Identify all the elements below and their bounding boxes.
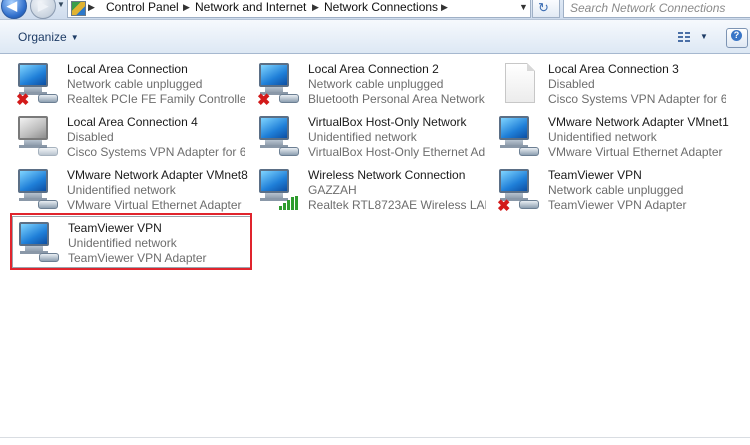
breadcrumb-separator-icon[interactable]: ▶	[88, 0, 95, 15]
connection-name: Wireless Network Connection	[308, 168, 466, 182]
breadcrumb-network-connections[interactable]: Network Connections	[324, 0, 438, 15]
help-button[interactable]: ?	[726, 28, 748, 48]
status-divider	[0, 437, 750, 438]
connection-status: Disabled	[548, 77, 595, 91]
recent-pages-dropdown-icon[interactable]: ▼	[57, 0, 65, 9]
search-box[interactable]	[563, 0, 750, 18]
address-dropdown-icon[interactable]: ▼	[519, 0, 528, 15]
connection-status: Network cable unplugged	[308, 77, 444, 91]
network-adapter-disconnected-icon: ✖	[16, 63, 58, 109]
view-options-dropdown-icon[interactable]: ▼	[700, 32, 708, 41]
help-icon: ?	[731, 30, 742, 41]
forward-button[interactable]: ▶	[30, 0, 56, 19]
connection-name: VMware Network Adapter VMnet8	[67, 168, 248, 182]
network-adapter-icon	[497, 116, 539, 158]
connection-device: Realtek PCIe FE Family Controller	[67, 92, 245, 106]
back-arrow-icon: ◀	[7, 0, 17, 13]
address-bar: ◀ ▶ ▼ ▶ Control Panel ▶ Network and Inte…	[0, 0, 750, 20]
connection-item[interactable]: VirtualBox Host-Only Network Unidentifie…	[253, 111, 491, 161]
network-adapter-disconnected-icon: ✖	[497, 169, 539, 215]
connection-status: Unidentified network	[548, 130, 657, 144]
connection-status: Network cable unplugged	[548, 183, 684, 197]
connection-device: Cisco Systems VPN Adapter for 6...	[67, 145, 245, 159]
breadcrumb-separator-icon[interactable]: ▶	[312, 0, 319, 15]
connection-item[interactable]: ✖ Local Area Connection Network cable un…	[12, 58, 250, 109]
forward-arrow-icon: ▶	[38, 0, 48, 13]
connection-status: Unidentified network	[308, 130, 417, 144]
back-button[interactable]: ◀	[1, 0, 27, 19]
connection-name: VMware Network Adapter VMnet1	[548, 115, 729, 129]
connection-item[interactable]: ✖ Local Area Connection 2 Network cable …	[253, 58, 491, 109]
connection-device: Realtek RTL8723AE Wireless LAN ...	[308, 198, 486, 212]
connection-status: GAZZAH	[308, 183, 357, 197]
connection-device: TeamViewer VPN Adapter	[548, 198, 687, 212]
connection-status: Unidentified network	[67, 183, 176, 197]
connection-name: TeamViewer VPN	[548, 168, 642, 182]
connection-status: Network cable unplugged	[67, 77, 203, 91]
connection-name: Local Area Connection 4	[67, 115, 198, 129]
organize-menu-button[interactable]: Organize ▼	[18, 30, 79, 44]
chevron-down-icon: ▼	[70, 33, 79, 42]
connection-device: VMware Virtual Ethernet Adapter ...	[548, 145, 726, 159]
connection-item[interactable]: ✖ TeamViewer VPN Network cable unplugged…	[493, 164, 731, 215]
breadcrumb[interactable]: ▶ Control Panel ▶ Network and Internet ▶…	[67, 0, 531, 18]
refresh-button[interactable]: ↻	[532, 0, 560, 18]
breadcrumb-control-panel[interactable]: Control Panel	[106, 0, 179, 15]
wireless-adapter-icon	[257, 169, 299, 211]
connection-item[interactable]: Local Area Connection 3 Disabled Cisco S…	[493, 58, 731, 108]
connection-item[interactable]: VMware Network Adapter VMnet1 Unidentifi…	[493, 111, 731, 161]
highlight-box	[10, 213, 252, 270]
breadcrumb-separator-icon[interactable]: ▶	[441, 0, 448, 15]
refresh-icon: ↻	[538, 0, 549, 15]
network-adapter-icon	[257, 116, 299, 158]
control-panel-icon	[71, 1, 86, 16]
connection-device: VirtualBox Host-Only Ethernet Ad...	[308, 145, 486, 159]
connection-item[interactable]: Wireless Network Connection GAZZAH Realt…	[253, 164, 491, 214]
blank-document-icon	[497, 63, 539, 105]
connection-name: Local Area Connection 2	[308, 62, 439, 76]
network-adapter-disconnected-icon: ✖	[257, 63, 299, 109]
connection-device: VMware Virtual Ethernet Adapter ...	[67, 198, 245, 212]
connection-device: Cisco Systems VPN Adapter for 6...	[548, 92, 726, 106]
connection-name: Local Area Connection	[67, 62, 188, 76]
connection-name: VirtualBox Host-Only Network	[308, 115, 467, 129]
organize-label: Organize	[18, 30, 67, 44]
search-input[interactable]	[564, 0, 742, 15]
command-bar: Organize ▼ ▼ ?	[0, 20, 750, 54]
breadcrumb-network-and-internet[interactable]: Network and Internet	[195, 0, 306, 15]
network-adapter-disabled-icon	[16, 116, 58, 158]
change-view-icon[interactable]	[678, 32, 690, 43]
breadcrumb-separator-icon[interactable]: ▶	[183, 0, 190, 15]
signal-strength-icon	[279, 196, 299, 210]
connection-device: Bluetooth Personal Area Network	[308, 92, 485, 106]
connection-name: Local Area Connection 3	[548, 62, 679, 76]
connection-status: Disabled	[67, 130, 114, 144]
network-adapter-icon	[16, 169, 58, 211]
connection-item[interactable]: Local Area Connection 4 Disabled Cisco S…	[12, 111, 250, 161]
connection-item[interactable]: VMware Network Adapter VMnet8 Unidentifi…	[12, 164, 250, 214]
